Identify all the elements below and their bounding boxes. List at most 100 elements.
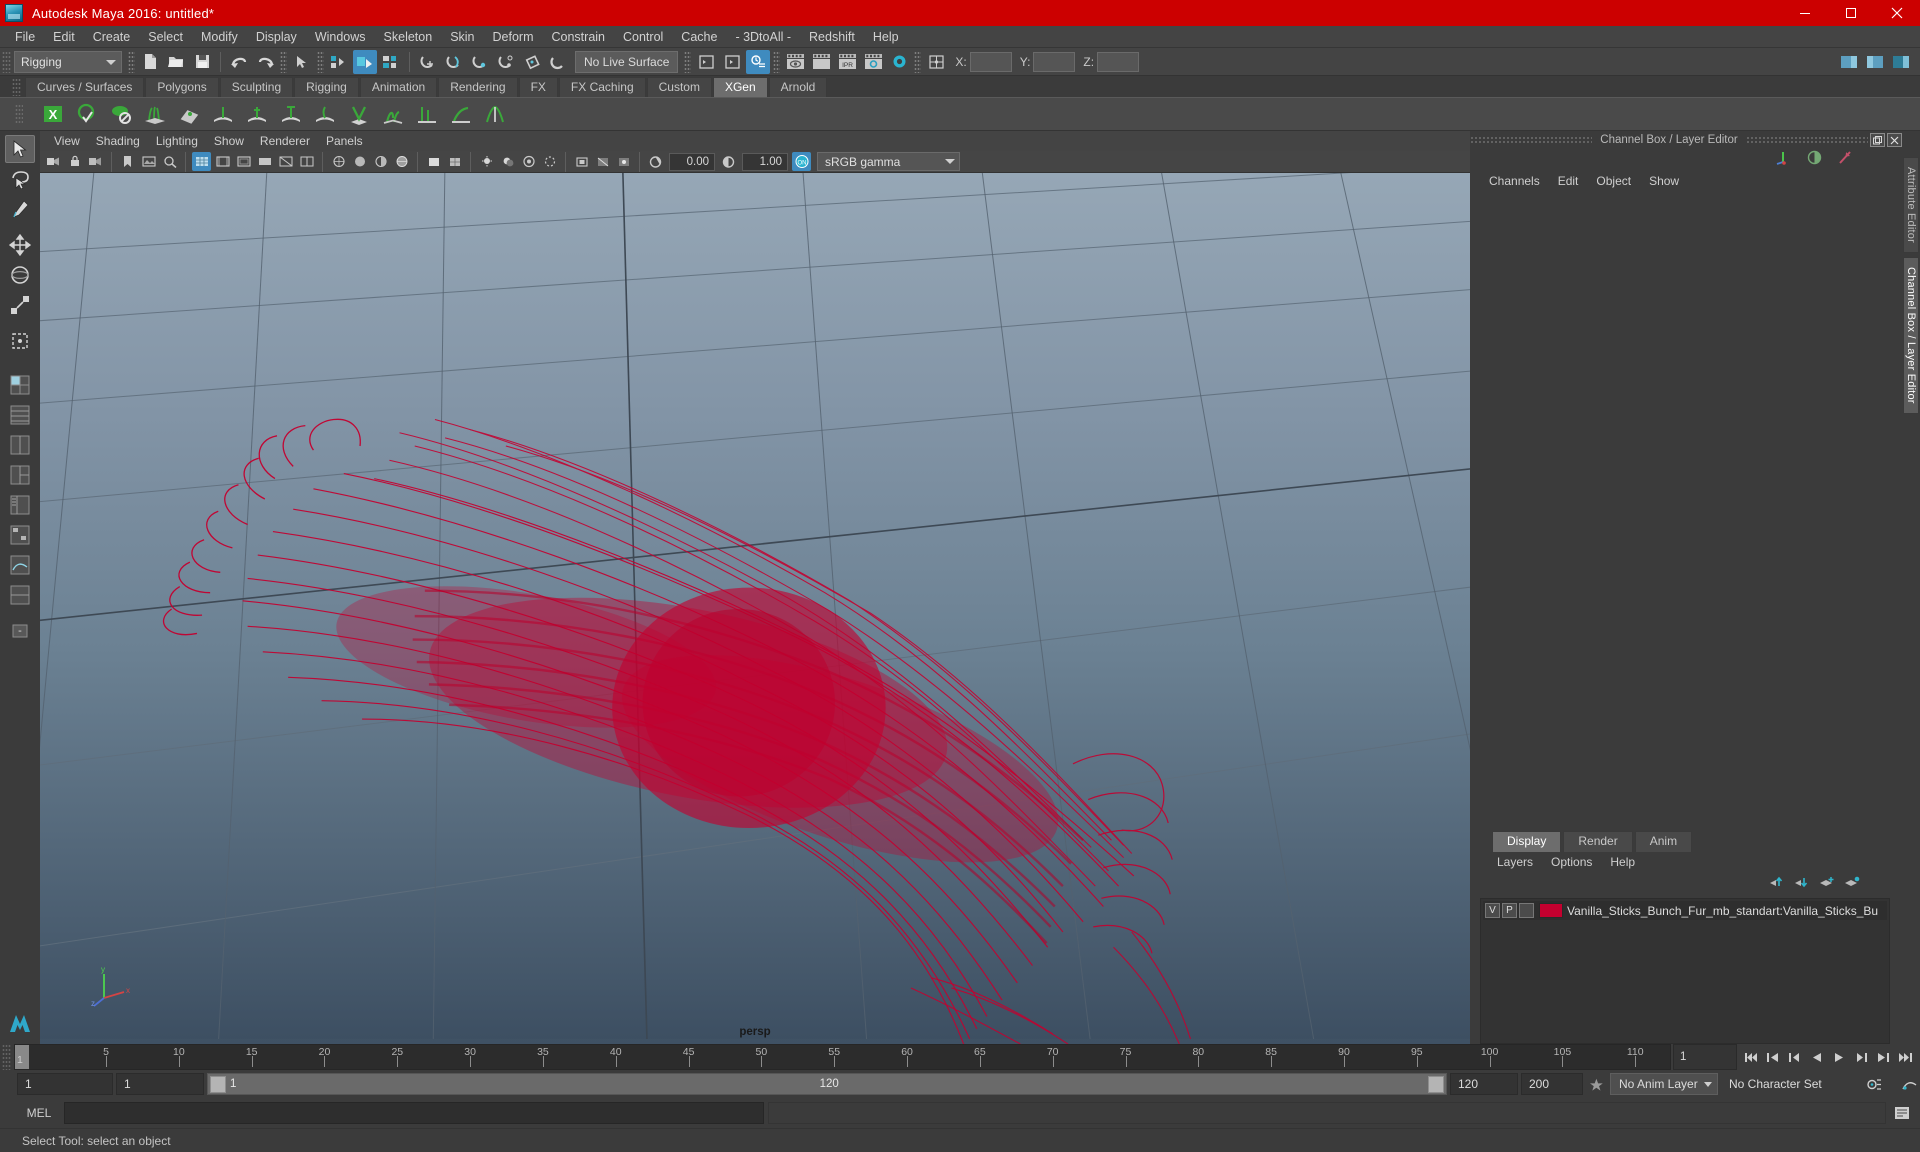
perspective-viewport[interactable]: persp y x z bbox=[40, 173, 1470, 1044]
animation-preferences-button[interactable] bbox=[1864, 1073, 1885, 1095]
shelf-tab-curves-surfaces[interactable]: Curves / Surfaces bbox=[25, 77, 145, 97]
save-scene-button[interactable] bbox=[190, 50, 214, 74]
lock-camera-icon[interactable] bbox=[65, 152, 84, 171]
xgen-disable-preview-icon[interactable] bbox=[105, 99, 137, 129]
shelf-tab-fx-caching[interactable]: FX Caching bbox=[558, 77, 646, 97]
hypershade-button[interactable] bbox=[887, 50, 911, 74]
menu-redshift[interactable]: Redshift bbox=[800, 27, 864, 47]
play-forwards-button[interactable] bbox=[1829, 1046, 1850, 1068]
color-transform-selector[interactable]: sRGB gamma bbox=[817, 152, 960, 171]
xgen-length-brush-icon[interactable] bbox=[241, 99, 273, 129]
layer-shading-toggle[interactable] bbox=[1519, 903, 1534, 918]
use-all-lights-icon[interactable] bbox=[477, 152, 496, 171]
rotate-tool-icon[interactable] bbox=[5, 261, 35, 289]
xgen-coil-icon[interactable] bbox=[377, 99, 409, 129]
xray-joints-icon[interactable] bbox=[614, 152, 633, 171]
command-language-label[interactable]: MEL bbox=[18, 1106, 60, 1120]
grid-toggle-icon[interactable] bbox=[192, 152, 211, 171]
exposure-field[interactable]: 0.00 bbox=[669, 152, 715, 171]
shelf-tab-animation[interactable]: Animation bbox=[359, 77, 438, 97]
xgen-part-icon[interactable] bbox=[479, 99, 511, 129]
menu-file[interactable]: File bbox=[6, 27, 44, 47]
layout-graph-editor-icon[interactable] bbox=[5, 551, 35, 579]
layer-tab-render[interactable]: Render bbox=[1563, 831, 1633, 852]
camera-attributes-icon[interactable] bbox=[86, 152, 105, 171]
channel-box-content[interactable] bbox=[1470, 191, 1902, 830]
layout-persp-outliner-icon[interactable] bbox=[5, 581, 35, 609]
menu-windows[interactable]: Windows bbox=[306, 27, 375, 47]
range-slider[interactable]: 1 120 bbox=[207, 1073, 1447, 1095]
viewport-menu-renderer[interactable]: Renderer bbox=[252, 133, 318, 149]
xgen-clump-icon[interactable] bbox=[343, 99, 375, 129]
move-tool-icon[interactable] bbox=[5, 231, 35, 259]
selection-mask-button[interactable] bbox=[290, 50, 314, 74]
isolate-select-icon[interactable] bbox=[572, 152, 591, 171]
coord-y-field[interactable] bbox=[1033, 51, 1076, 72]
gamma-control-icon[interactable] bbox=[719, 152, 738, 171]
play-backwards-button[interactable] bbox=[1807, 1046, 1828, 1068]
ipr-render-button[interactable]: IPR bbox=[835, 50, 859, 74]
shading-sphere-icon[interactable] bbox=[1806, 149, 1823, 171]
show-attribute-editor-button[interactable] bbox=[1837, 50, 1861, 74]
show-hypergraph-button[interactable] bbox=[720, 50, 744, 74]
shelf-tab-arnold[interactable]: Arnold bbox=[768, 77, 828, 97]
shelf-tab-custom[interactable]: Custom bbox=[646, 77, 712, 97]
transform-arrow-icon[interactable] bbox=[1837, 149, 1854, 171]
vtab-attribute-editor[interactable]: Attribute Editor bbox=[1903, 157, 1919, 253]
show-render-view-button[interactable] bbox=[746, 49, 771, 74]
time-cursor[interactable]: 1 bbox=[15, 1045, 29, 1069]
go-to-start-button[interactable] bbox=[1741, 1046, 1762, 1068]
image-plane-icon[interactable] bbox=[139, 152, 158, 171]
add-bookmark-icon[interactable]: - bbox=[5, 617, 35, 645]
render-current-frame-button[interactable] bbox=[783, 50, 807, 74]
color-management-toggle-icon[interactable]: ON bbox=[792, 152, 811, 171]
smooth-shade-selected-icon[interactable] bbox=[371, 152, 390, 171]
motion-blur-icon[interactable] bbox=[540, 152, 559, 171]
script-editor-button[interactable] bbox=[1890, 1101, 1914, 1125]
ambient-occlusion-icon[interactable] bbox=[519, 152, 538, 171]
redo-render-button[interactable] bbox=[809, 50, 833, 74]
range-slider-right-handle[interactable] bbox=[1428, 1075, 1444, 1093]
shelf-tab-fx[interactable]: FX bbox=[518, 77, 558, 97]
menu-deform[interactable]: Deform bbox=[484, 27, 543, 47]
time-slider-grip[interactable] bbox=[2, 1044, 11, 1070]
menu-set-selector[interactable]: Rigging bbox=[14, 50, 122, 73]
anim-start-time-field[interactable]: 1 bbox=[17, 1073, 113, 1095]
smooth-shade-all-icon[interactable] bbox=[350, 152, 369, 171]
shadows-icon[interactable] bbox=[498, 152, 517, 171]
xgen-noise-brush-icon[interactable] bbox=[309, 99, 341, 129]
show-channel-box-button[interactable] bbox=[1889, 50, 1913, 74]
lasso-select-tool-icon[interactable] bbox=[5, 165, 35, 193]
viewport-menu-panels[interactable]: Panels bbox=[318, 133, 371, 149]
undo-button[interactable] bbox=[227, 50, 251, 74]
snap-to-curve-button[interactable] bbox=[442, 50, 466, 74]
xgen-width-brush-icon[interactable] bbox=[275, 99, 307, 129]
create-empty-layer-icon[interactable] bbox=[1819, 875, 1835, 894]
select-tool-icon[interactable] bbox=[5, 135, 35, 163]
anim-end-time-field[interactable]: 200 bbox=[1521, 1073, 1583, 1095]
layer-playback-toggle[interactable]: P bbox=[1502, 903, 1517, 918]
gamma-field[interactable]: 1.00 bbox=[742, 152, 788, 171]
resolution-gate-icon[interactable] bbox=[234, 152, 253, 171]
close-button[interactable] bbox=[1874, 0, 1920, 26]
xgen-groom-icon[interactable] bbox=[445, 99, 477, 129]
channelbox-menu-object[interactable]: Object bbox=[1587, 173, 1640, 189]
show-tool-settings-button[interactable] bbox=[1863, 50, 1887, 74]
snap-to-projected-center-button[interactable] bbox=[494, 50, 518, 74]
shelf-tab-polygons[interactable]: Polygons bbox=[145, 77, 219, 97]
live-surface-field[interactable]: No Live Surface bbox=[575, 50, 679, 73]
step-back-frame-button[interactable] bbox=[1785, 1046, 1806, 1068]
step-back-key-button[interactable] bbox=[1763, 1046, 1784, 1068]
layer-tab-display[interactable]: Display bbox=[1492, 831, 1562, 852]
panel-drag-dots-right[interactable] bbox=[1745, 136, 1869, 144]
menu-edit[interactable]: Edit bbox=[44, 27, 84, 47]
layer-color-swatch[interactable] bbox=[1539, 903, 1563, 918]
xgen-cut-icon[interactable] bbox=[411, 99, 443, 129]
shelf-tab-rigging[interactable]: Rigging bbox=[294, 77, 359, 97]
layer-visibility-toggle[interactable]: V bbox=[1485, 903, 1500, 918]
layer-menu-layers[interactable]: Layers bbox=[1488, 854, 1542, 870]
paint-select-tool-icon[interactable] bbox=[5, 195, 35, 223]
use-default-material-icon[interactable] bbox=[424, 152, 443, 171]
coord-x-field[interactable] bbox=[969, 51, 1012, 72]
minimize-button[interactable] bbox=[1782, 0, 1828, 26]
